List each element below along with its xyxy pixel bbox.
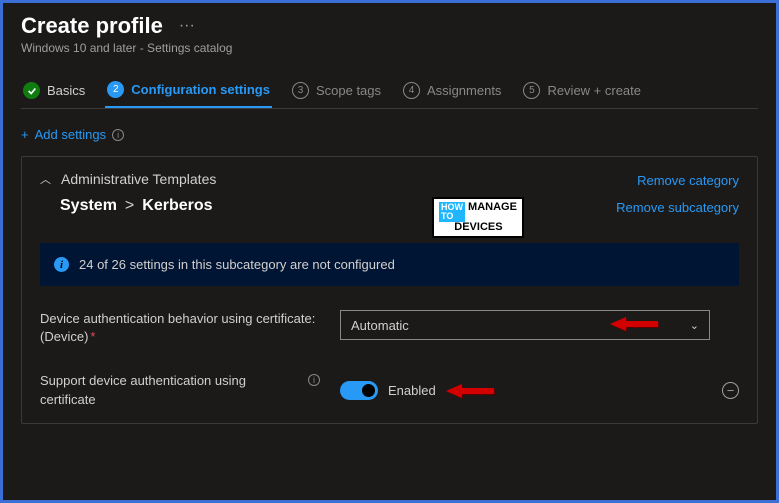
tab-assignments[interactable]: 4 Assignments [401,74,503,107]
step-number-badge: 3 [292,82,309,99]
setting-label: Support device authentication using cert… [40,372,320,408]
breadcrumb: System > Kerberos [60,197,616,215]
watermark-logo: HOWTO MANAGE DEVICES [432,197,524,238]
tab-label: Review + create [547,83,641,98]
select-value: Automatic [351,318,409,333]
step-number-badge: 4 [403,82,420,99]
info-icon: i [54,257,69,272]
setting-row-support-device-auth: Support device authentication using cert… [40,372,739,408]
add-settings-label: Add settings [35,127,107,142]
tab-review-create[interactable]: 5 Review + create [521,74,643,107]
info-banner: i 24 of 26 settings in this subcategory … [40,243,739,286]
toggle-status-label: Enabled [388,383,436,398]
remove-subcategory-link[interactable]: Remove subcategory [616,200,739,215]
check-icon [23,82,40,99]
step-number-badge: 2 [107,81,124,98]
setting-label-text: Device authentication behavior using cer… [40,311,315,344]
info-banner-text: 24 of 26 settings in this subcategory ar… [79,257,395,272]
wizard-tabs: Basics 2 Configuration settings 3 Scope … [21,73,758,109]
tab-label: Configuration settings [131,82,270,97]
tab-label: Assignments [427,83,501,98]
category-title: Administrative Templates [61,171,216,187]
tab-configuration-settings[interactable]: 2 Configuration settings [105,73,272,108]
page-title: Create profile [21,13,163,39]
annotation-arrow-icon [610,315,658,333]
info-icon[interactable]: i [112,129,124,141]
chevron-up-icon[interactable]: ︿ [40,171,51,187]
tab-scope-tags[interactable]: 3 Scope tags [290,74,383,107]
toggle-knob [362,384,375,397]
add-settings-link[interactable]: + Add settings i [21,127,124,142]
breadcrumb-part: Kerberos [142,197,212,215]
remove-setting-button[interactable]: − [722,382,739,399]
more-actions-button[interactable]: ··· [179,17,195,35]
step-number-badge: 5 [523,82,540,99]
breadcrumb-separator: > [125,197,134,215]
chevron-down-icon: ⌄ [690,319,699,332]
setting-label-text: Support device authentication using cert… [40,372,302,408]
info-icon[interactable]: i [308,374,320,386]
plus-icon: + [21,127,29,142]
tab-basics[interactable]: Basics [21,74,87,107]
setting-row-device-auth-behavior: Device authentication behavior using cer… [40,310,739,346]
annotation-arrow-icon [446,382,494,400]
category-card: ︿ Administrative Templates System > Kerb… [21,156,758,424]
breadcrumb-part: System [60,197,117,215]
tab-label: Basics [47,83,85,98]
support-device-auth-toggle[interactable] [340,381,378,400]
tab-label: Scope tags [316,83,381,98]
setting-label: Device authentication behavior using cer… [40,310,320,346]
page-subtitle: Windows 10 and later - Settings catalog [21,41,758,55]
remove-category-link[interactable]: Remove category [637,173,739,188]
required-asterisk: * [90,329,95,344]
